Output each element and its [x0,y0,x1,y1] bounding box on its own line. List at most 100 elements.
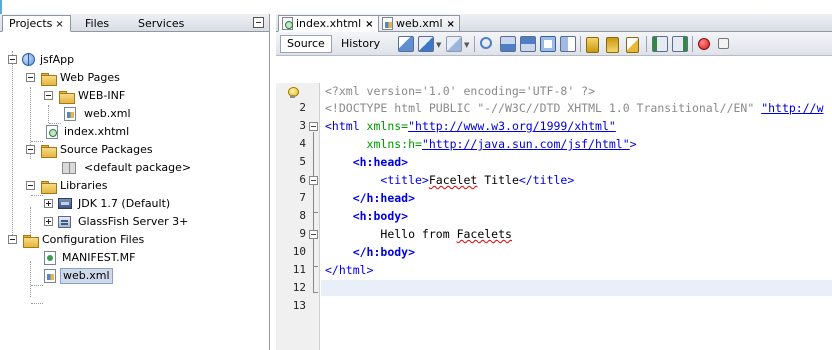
tree-label: MANIFEST.MF [62,251,136,264]
editor-tab-bar: index.xhtml × web.xml × [276,14,832,32]
find-icon[interactable] [480,37,492,49]
find-previous-icon[interactable] [500,36,516,52]
toggle-highlight-icon[interactable] [540,36,556,52]
collapse-toggle[interactable] [8,55,17,64]
tree-node-jdk[interactable]: JDK 1.7 (Default) [0,195,270,213]
back-icon[interactable] [418,36,434,52]
stop-macro-icon[interactable] [718,38,729,49]
start-macro-icon[interactable] [698,38,710,50]
code-editor[interactable]: <?xml version='1.0' encoding='UTF-8' ?> … [321,83,832,350]
window-accent-bar [0,0,2,14]
tree-node-project[interactable]: jsfApp [0,51,270,69]
hint-lightbulb-icon[interactable] [288,87,299,98]
fold-toggle-icon[interactable] [309,230,318,239]
title-close-tag: </title> [518,173,575,187]
expand-toggle[interactable] [44,217,53,226]
tree-node-web-pages[interactable]: Web Pages [0,69,270,87]
xml-file-icon [382,16,393,30]
h-body-open-tag: <h:body> [352,209,409,223]
xmlns-h-value-link[interactable]: "http://java.sun.com/jsf/html" [422,137,630,151]
body-text-facelets: Facelets [456,227,512,241]
toolbar-separator [692,36,693,52]
manifest-file-icon [44,251,56,265]
editor-tab-web-xml[interactable]: web.xml × [378,15,460,32]
close-icon[interactable]: × [55,19,63,30]
collapse-toggle[interactable] [26,145,35,154]
tree-node-configuration-files[interactable]: Configuration Files [0,231,270,249]
shift-right-icon[interactable] [672,36,688,52]
xml-file-icon [44,269,56,283]
tab-files[interactable]: Files [78,15,116,32]
xmlns-h-attr: xmlns:h= [366,137,422,151]
line-number: 6 [299,173,306,186]
code-line: </h:body> [325,244,415,260]
forward-icon[interactable] [446,36,462,52]
collapse-toggle[interactable] [26,73,35,82]
editor-header-strip [276,57,832,83]
tree-label-selected: web.xml [60,268,113,284]
projects-panel: Projects × Files Services jsfApp Web Pag… [0,14,270,350]
folder-icon [40,143,57,158]
tree-label: <default package> [84,161,192,174]
fold-end-marker [313,266,318,267]
tree-node-manifest[interactable]: MANIFEST.MF [0,249,270,267]
tree-node-libraries[interactable]: Libraries [0,177,270,195]
fold-toggle-icon[interactable] [309,176,318,185]
xml-declaration: <?xml version='1.0' encoding='UTF-8' ?> [325,84,596,98]
line-number: 12 [292,281,306,294]
editor-tab-index-xhtml[interactable]: index.xhtml × [278,15,379,32]
doctype-text: <!DOCTYPE html PUBLIC "-//W3C//DTD XHTML… [325,101,762,115]
close-tab-icon[interactable]: × [447,19,455,30]
tree-node-index-xhtml[interactable]: index.xhtml [0,123,270,141]
folder-icon [22,233,39,248]
h-head-open-tag: <h:head> [352,155,409,169]
tree-label: GlassFish Server 3+ [78,215,189,228]
tree-node-source-packages[interactable]: Source Packages [0,141,270,159]
title-text: Title [477,173,519,187]
last-edit-icon[interactable] [398,36,414,52]
shift-left-icon[interactable] [652,36,668,52]
code-line: <!DOCTYPE html PUBLIC "-//W3C//DTD XHTML… [325,100,824,116]
title-text-facelet: Facelet [428,173,478,187]
code-line: <title>Facelet Title</title> [325,172,574,188]
toolbar-separator [580,36,581,52]
line-number: 7 [299,191,306,204]
tree-node-glassfish[interactable]: GlassFish Server 3+ [0,213,270,231]
fold-toggle-icon[interactable] [309,122,318,131]
next-bookmark-icon[interactable] [606,37,619,53]
close-tab-icon[interactable]: × [365,19,373,30]
code-line: </html> [325,262,373,278]
chevron-down-icon[interactable]: ▼ [436,41,441,49]
tab-services[interactable]: Services [131,15,191,32]
minimize-window-button[interactable] [253,17,264,28]
line-number: 8 [299,209,306,222]
toolbar-separator [474,36,475,52]
previous-bookmark-icon[interactable] [586,37,599,53]
tree-label: Configuration Files [42,233,145,246]
collapse-toggle[interactable] [44,91,53,100]
tree-node-web-xml-selected[interactable]: web.xml [0,267,270,285]
panel-tab-bar: Projects × Files Services [0,14,269,32]
body-text: Hello from [380,227,457,241]
toggle-bookmark-icon[interactable] [626,37,639,53]
toggle-rectangular-icon[interactable] [560,36,576,52]
chevron-down-icon[interactable]: ▼ [464,41,469,49]
xhtml-file-icon [46,125,58,139]
code-line: <?xml version='1.0' encoding='UTF-8' ?> [325,83,595,99]
expand-toggle[interactable] [44,199,53,208]
find-next-icon[interactable] [520,36,536,52]
tree-guide-line [31,285,43,286]
package-icon [62,162,76,174]
tree-node-web-inf[interactable]: WEB-INF [0,87,270,105]
tab-projects[interactable]: Projects × [2,15,71,32]
folder-icon [40,179,57,194]
tree-node-web-xml-inner[interactable]: web.xml [0,105,270,123]
doctype-url[interactable]: "http://w [761,101,823,115]
collapse-toggle[interactable] [26,181,35,190]
h-body-close-tag: </h:body> [352,245,416,259]
collapse-toggle[interactable] [8,235,17,244]
source-view-button[interactable]: Source [280,35,332,53]
tree-node-default-package[interactable]: <default package> [0,159,270,177]
xmlns-value-link[interactable]: "http://www.w3.org/1999/xhtml" [408,119,616,133]
history-view-button[interactable]: History [334,35,387,53]
